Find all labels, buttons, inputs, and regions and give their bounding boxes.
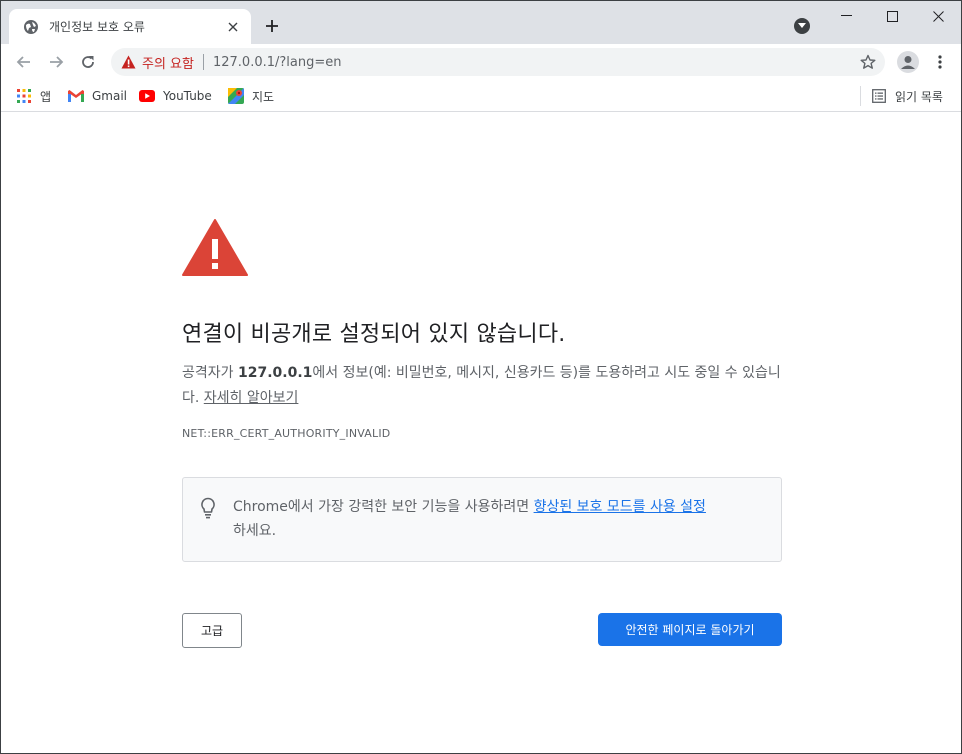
- reload-button[interactable]: [76, 50, 100, 74]
- bookmark-gmail[interactable]: Gmail: [68, 85, 127, 107]
- maximize-button[interactable]: [869, 1, 915, 31]
- globe-icon: [23, 19, 39, 35]
- enhanced-protection-banner: Chrome에서 가장 강력한 보안 기능을 사용하려면 향상된 보호 모드를 …: [182, 477, 782, 562]
- tab-title: 개인정보 보호 오류: [49, 20, 145, 34]
- google-maps-icon: [228, 88, 244, 104]
- bookmark-star-icon[interactable]: [859, 53, 877, 71]
- bookmark-apps-label: 앱: [40, 89, 52, 104]
- page-title: 연결이 비공개로 설정되어 있지 않습니다.: [182, 322, 566, 347]
- back-to-safety-button[interactable]: 안전한 페이지로 돌아가기: [598, 613, 782, 646]
- back-button[interactable]: [12, 50, 36, 74]
- menu-kebab-icon[interactable]: [931, 52, 949, 72]
- bookmark-youtube[interactable]: YouTube: [139, 85, 212, 107]
- title-bar: 개인정보 보호 오류: [1, 1, 961, 44]
- lightbulb-icon: [201, 497, 215, 519]
- error-code: NET::ERR_CERT_AUTHORITY_INVALID: [182, 427, 391, 440]
- bookmark-maps[interactable]: 지도: [228, 85, 274, 107]
- enhanced-protection-link[interactable]: 향상된 보호 모드를 사용 설정: [534, 499, 706, 515]
- warning-triangle-icon: [182, 219, 248, 276]
- bookmarks-bar: 앱 Gmail YouTube 지도 읽기 목록: [1, 80, 961, 112]
- minimize-button[interactable]: [823, 1, 869, 31]
- profile-avatar-icon[interactable]: [897, 51, 919, 73]
- bookmark-maps-label: 지도: [252, 89, 275, 104]
- toolbar: 주의 요함 127.0.0.1/?lang=en: [1, 44, 961, 80]
- learn-more-link[interactable]: 자세히 알아보기: [204, 390, 299, 406]
- omnibox[interactable]: 주의 요함 127.0.0.1/?lang=en: [111, 48, 885, 76]
- bookmark-youtube-label: YouTube: [163, 89, 212, 103]
- bookmark-gmail-label: Gmail: [92, 89, 128, 103]
- close-window-button[interactable]: [915, 1, 961, 31]
- url-text[interactable]: 127.0.0.1/?lang=en: [213, 55, 342, 70]
- not-secure-warning-icon[interactable]: [121, 55, 136, 69]
- reading-list-button[interactable]: 읽기 목록: [871, 85, 943, 107]
- close-tab-icon[interactable]: [225, 19, 241, 35]
- explanation-prefix: 공격자가: [182, 365, 238, 381]
- youtube-icon: [139, 88, 155, 104]
- reading-list-label: 읽기 목록: [895, 89, 943, 104]
- explanation-paragraph: 공격자가 127.0.0.1에서 정보(예: 비밀번호, 메시지, 신용카드 등…: [182, 361, 782, 411]
- apps-grid-icon: [16, 88, 32, 104]
- gmail-icon: [68, 88, 84, 104]
- browser-window: 개인정보 보호 오류 주의 요함 127.0.0.1/?lang=en 앱 Gm…: [0, 0, 962, 754]
- tab-search-icon[interactable]: [794, 18, 810, 34]
- forward-button[interactable]: [44, 50, 68, 74]
- host-name: 127.0.0.1: [237, 365, 313, 381]
- new-tab-button[interactable]: [261, 15, 283, 37]
- security-label[interactable]: 주의 요함: [142, 53, 194, 72]
- advanced-button[interactable]: 고급: [182, 613, 242, 648]
- enhanced-suffix: 하세요.: [233, 523, 277, 539]
- enhanced-prefix: Chrome에서 가장 강력한 보안 기능을 사용하려면: [233, 499, 534, 515]
- omnibox-separator: [202, 54, 204, 70]
- bookmark-apps[interactable]: 앱: [16, 85, 51, 107]
- interstitial-page: 연결이 비공개로 설정되어 있지 않습니다. 공격자가 127.0.0.1에서 …: [1, 113, 961, 753]
- tab-privacy-error[interactable]: 개인정보 보호 오류: [9, 9, 251, 44]
- reading-list-icon: [871, 88, 887, 104]
- bookmarks-separator: [860, 86, 861, 106]
- enhanced-protection-text: Chrome에서 가장 강력한 보안 기능을 사용하려면 향상된 보호 모드를 …: [233, 495, 768, 543]
